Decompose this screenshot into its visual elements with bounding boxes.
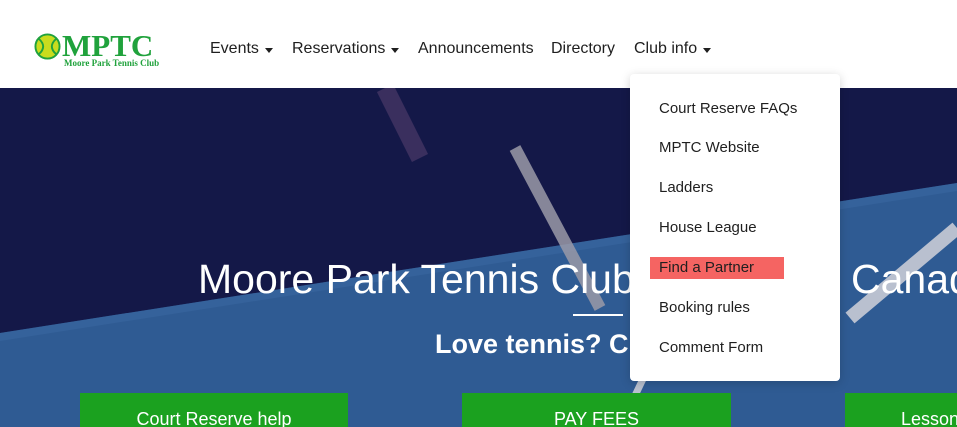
caret-down-icon: [703, 47, 712, 53]
nav-item-label: Reservations: [292, 40, 386, 57]
hero-divider: [573, 314, 623, 316]
menu-item-court-reserve-faqs[interactable]: Court Reserve FAQs: [659, 99, 797, 119]
caret-down-icon: [264, 47, 273, 53]
menu-item-find-a-partner[interactable]: Find a Partner: [659, 258, 754, 278]
tennis-ball-icon: [34, 33, 61, 60]
lessons-button[interactable]: Lesson: [845, 393, 957, 427]
menu-item-mptc-website[interactable]: MPTC Website: [659, 138, 760, 158]
menu-item-ladders[interactable]: Ladders: [659, 178, 713, 198]
menu-item-comment-form[interactable]: Comment Form: [659, 338, 763, 358]
caret-down-icon: [391, 47, 400, 53]
nav-item-events[interactable]: Events: [210, 38, 273, 60]
button-label: Court Reserve help: [136, 409, 292, 427]
nav-item-club-info[interactable]: Club info: [634, 38, 712, 60]
button-label: PAY FEES: [553, 409, 640, 427]
button-label: Lesson: [901, 409, 957, 427]
hero-title-continued: Canad: [851, 256, 957, 302]
nav-item-directory[interactable]: Directory: [551, 38, 615, 60]
nav-item-label: Directory: [551, 40, 616, 57]
court-reserve-help-button[interactable]: Court Reserve help: [80, 393, 348, 427]
hero-title: Moore Park Tennis Club: [198, 256, 635, 302]
logo-subtitle: Moore Park Tennis Club: [64, 58, 160, 68]
mptc-logo[interactable]: MPTC Moore Park Tennis Club: [34, 30, 164, 70]
nav-item-announcements[interactable]: Announcements: [418, 38, 534, 60]
pay-fees-button[interactable]: PAY FEES: [462, 393, 731, 427]
hero-subtitle: Love tennis? C: [435, 329, 629, 359]
club-info-dropdown: Court Reserve FAQs MPTC Website Ladders …: [630, 74, 840, 381]
nav-item-label: Club info: [634, 40, 698, 57]
menu-item-booking-rules[interactable]: Booking rules: [659, 298, 750, 318]
menu-item-house-league[interactable]: House League: [659, 218, 757, 238]
nav-item-reservations[interactable]: Reservations: [292, 38, 400, 60]
nav-item-label: Announcements: [418, 40, 534, 57]
nav-item-label: Events: [210, 40, 259, 57]
